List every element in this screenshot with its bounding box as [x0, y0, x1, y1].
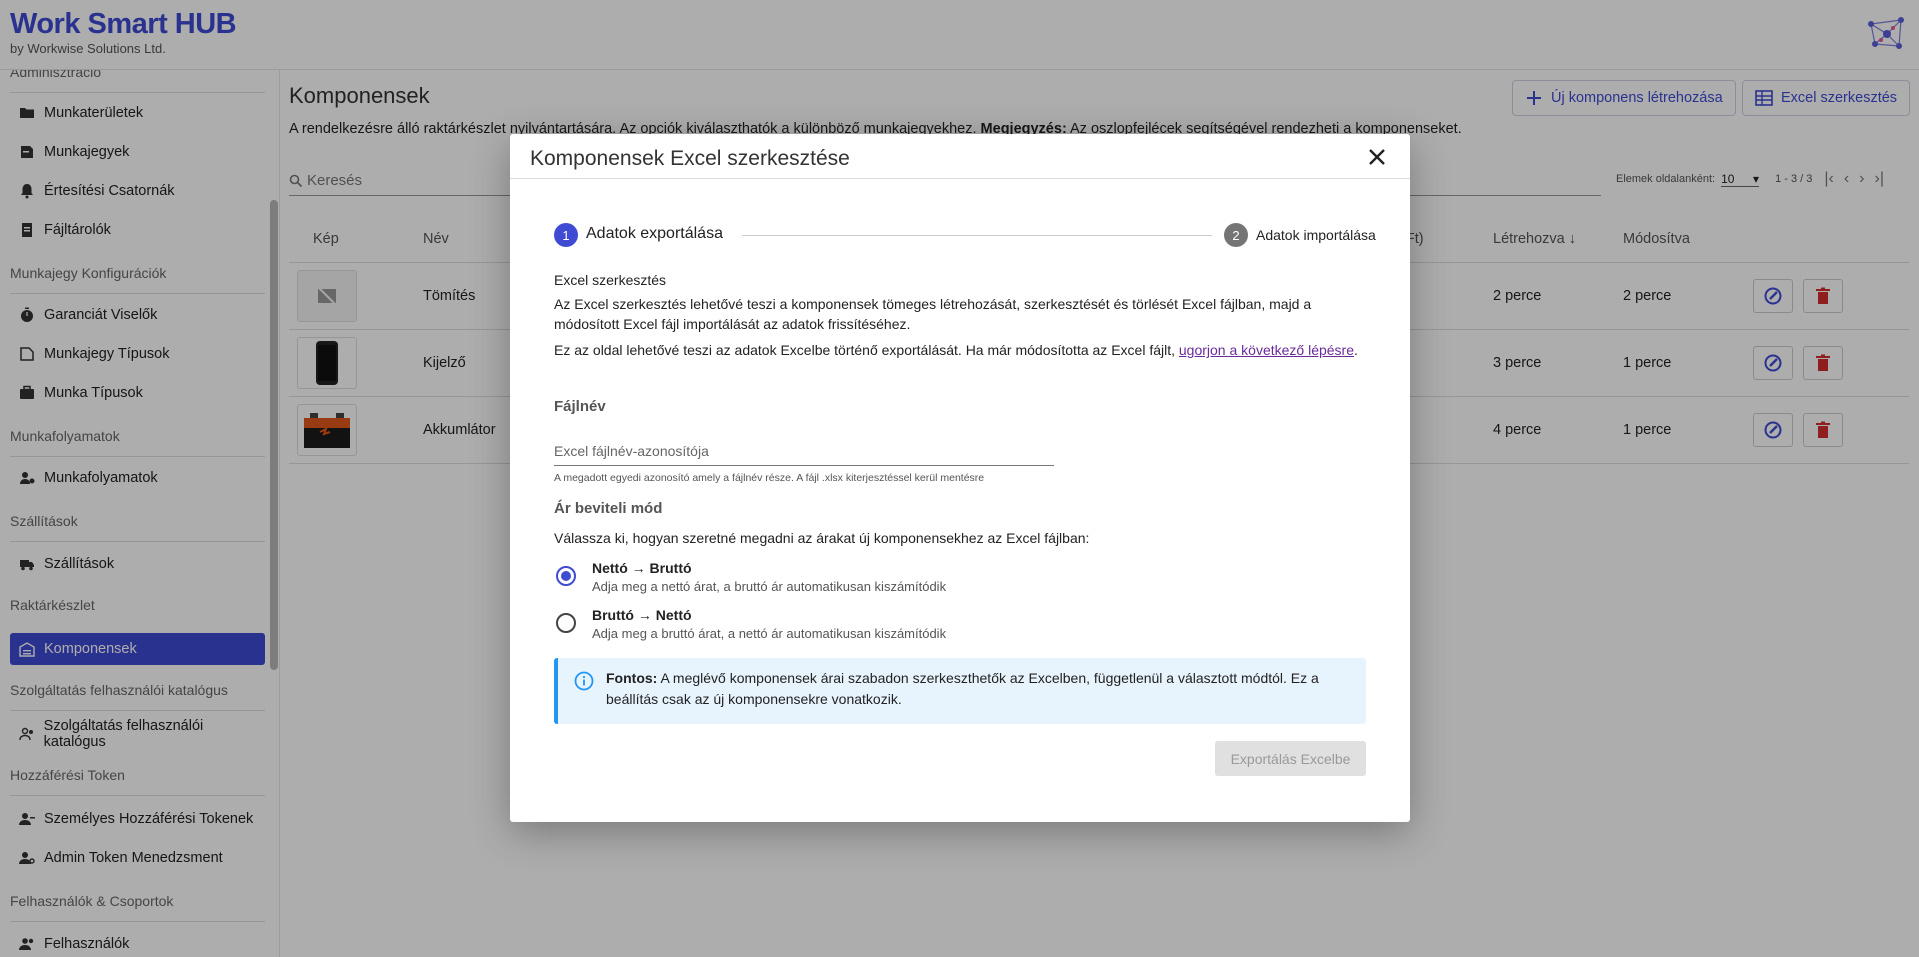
close-icon[interactable] — [1364, 144, 1390, 170]
filename-heading: Fájlnév — [554, 398, 606, 415]
radio-net-to-gross[interactable]: Nettó → Bruttó Adja meg a nettó árat, a … — [556, 558, 946, 596]
radio-gross-to-net[interactable]: Bruttó → Nettó Adja meg a bruttó árat, a… — [556, 605, 946, 643]
step-2-indicator: 2 — [1224, 223, 1248, 247]
excel-edit-dialog: Komponensek Excel szerkesztése 1 Adatok … — [510, 134, 1410, 822]
step-1-label[interactable]: Adatok exportálása — [586, 225, 723, 243]
step-1-indicator: 1 — [554, 223, 578, 247]
price-mode-heading: Ár beviteli mód — [554, 500, 663, 517]
export-description-text: Ez az oldal lehetővé teszi az adatok Exc… — [554, 342, 1179, 358]
price-mode-question: Válassza ki, hogyan szeretné megadni az … — [554, 530, 1090, 546]
next-step-link[interactable]: ugorjon a következő lépésre — [1179, 342, 1354, 358]
step-2-label[interactable]: Adatok importálása — [1256, 227, 1376, 243]
filename-placeholder: Excel fájlnév-azonosítója — [554, 443, 709, 459]
filename-helper-text: A megadott egyedi azonosító amely a fájl… — [554, 472, 985, 484]
stepper: 1 Adatok exportálása 2 Adatok importálás… — [554, 223, 1376, 249]
info-alert: Fontos: A meglévő komponensek árai szaba… — [554, 658, 1366, 724]
info-text: Fontos: A meglévő komponensek árai szaba… — [606, 668, 1346, 710]
step-connector — [742, 235, 1212, 236]
option-title: Bruttó → Nettó — [592, 607, 692, 623]
export-to-excel-button[interactable]: Exportálás Excelbe — [1215, 741, 1366, 776]
section-label: Excel szerkesztés — [554, 272, 667, 288]
export-description-end: . — [1354, 342, 1358, 358]
info-icon — [574, 671, 594, 691]
radio-selected-icon[interactable] — [556, 566, 576, 586]
option-description: Adja meg a nettó árat, a bruttó ár autom… — [592, 579, 947, 594]
dialog-title: Komponensek Excel szerkesztése — [530, 147, 850, 170]
info-body: A meglévő komponensek árai szabadon szer… — [606, 670, 1319, 707]
option-title: Nettó → Bruttó — [592, 560, 692, 576]
divider — [510, 178, 1410, 179]
filename-input[interactable]: Excel fájlnév-azonosítója — [554, 432, 1054, 466]
excel-edit-description: Az Excel szerkesztés lehetővé teszi a ko… — [554, 296, 1312, 332]
option-description: Adja meg a bruttó árat, a nettó ár autom… — [592, 626, 947, 641]
export-description: Ez az oldal lehetővé teszi az adatok Exc… — [554, 340, 1366, 360]
info-bold-label: Fontos: — [606, 670, 658, 686]
radio-unselected-icon[interactable] — [556, 613, 576, 633]
